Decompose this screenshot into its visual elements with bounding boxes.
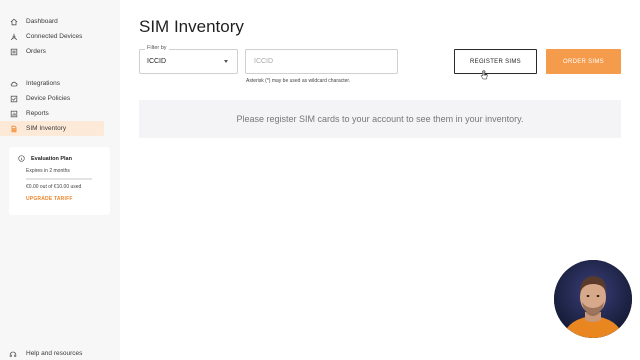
upgrade-tariff-link[interactable]: UPGRADE TARIFF bbox=[26, 196, 110, 202]
nav-group-primary: Dashboard Connected Devices Orders bbox=[0, 14, 120, 59]
empty-state-text: Please register SIM cards to your accoun… bbox=[236, 114, 524, 124]
sidebar-item-label: Dashboard bbox=[26, 18, 58, 25]
sidebar-item-sim-inventory[interactable]: SIM Inventory bbox=[0, 121, 104, 136]
sidebar-item-reports[interactable]: Reports bbox=[0, 106, 104, 121]
page-title: SIM Inventory bbox=[139, 17, 244, 36]
cloud-icon bbox=[9, 79, 18, 88]
hand-cursor-icon bbox=[480, 70, 488, 80]
register-sims-button[interactable]: REGISTER SIMS bbox=[454, 49, 537, 74]
sidebar-item-label: SIM Inventory bbox=[26, 125, 67, 132]
sidebar: Dashboard Connected Devices Orders Integ… bbox=[0, 0, 120, 360]
search-hint: Asterisk (*) may be used as wildcard cha… bbox=[246, 78, 351, 84]
presenter-avatar bbox=[554, 260, 632, 338]
sidebar-item-label: Device Policies bbox=[26, 95, 71, 102]
plan-title: Evaluation Plan bbox=[18, 155, 110, 162]
info-icon bbox=[18, 155, 25, 162]
plan-card: Evaluation Plan Expires in 2 months €0.0… bbox=[9, 147, 110, 215]
webcam-overlay bbox=[554, 260, 632, 338]
sidebar-item-orders[interactable]: Orders bbox=[0, 44, 104, 59]
nav-group-secondary: Integrations Device Policies Reports SIM… bbox=[0, 76, 120, 136]
sidebar-item-dashboard[interactable]: Dashboard bbox=[0, 14, 104, 29]
sidebar-item-label: Reports bbox=[26, 110, 49, 117]
filter-value: ICCID bbox=[147, 58, 167, 65]
filter-label: Filter by bbox=[145, 45, 169, 51]
sidebar-item-label: Connected Devices bbox=[26, 33, 83, 40]
orders-icon bbox=[9, 47, 18, 56]
plan-title-text: Evaluation Plan bbox=[31, 155, 72, 162]
sim-icon bbox=[9, 124, 18, 133]
devices-icon bbox=[9, 32, 18, 41]
help-link[interactable]: Help and resources bbox=[9, 349, 82, 358]
order-sims-button[interactable]: ORDER SIMS bbox=[546, 49, 621, 74]
policy-icon bbox=[9, 94, 18, 103]
home-icon bbox=[9, 17, 18, 26]
sidebar-item-label: Orders bbox=[26, 48, 46, 55]
help-icon bbox=[9, 349, 18, 358]
empty-state-message: Please register SIM cards to your accoun… bbox=[139, 100, 621, 138]
sidebar-item-integrations[interactable]: Integrations bbox=[0, 76, 104, 91]
iccid-search-input[interactable] bbox=[245, 49, 398, 74]
chevron-down-icon bbox=[224, 60, 228, 63]
sidebar-item-connected-devices[interactable]: Connected Devices bbox=[0, 29, 104, 44]
filter-select[interactable]: Filter by ICCID bbox=[139, 45, 238, 74]
reports-icon bbox=[9, 109, 18, 118]
plan-expires: Expires in 2 months bbox=[26, 168, 70, 174]
sidebar-item-device-policies[interactable]: Device Policies bbox=[0, 91, 104, 106]
plan-usage-bar bbox=[26, 178, 92, 180]
sidebar-item-label: Integrations bbox=[26, 80, 60, 87]
help-label: Help and resources bbox=[26, 350, 83, 357]
plan-usage: €0.00 out of €10.00 used bbox=[26, 184, 82, 190]
